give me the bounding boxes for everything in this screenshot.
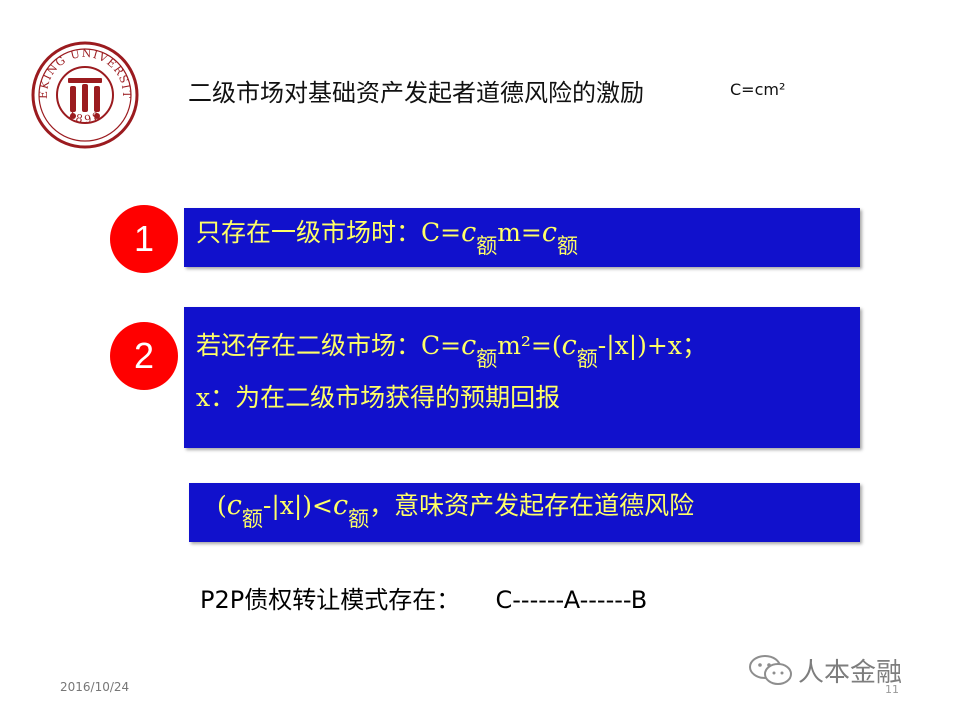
watermark: 人本金融 xyxy=(748,652,902,688)
university-logo: PEKING UNIVERSITY 1898 xyxy=(25,30,140,150)
item-1-text-m: m= xyxy=(497,218,542,247)
subscript-e: 额 xyxy=(576,347,598,371)
subscript-e: 额 xyxy=(476,347,498,371)
conclusion-line: (c额-|x|)<c额，意味资产发起存在道德风险 xyxy=(217,487,848,530)
item-2-text-end: -|x|)+x； xyxy=(597,331,707,360)
conclusion-open: ( xyxy=(217,491,227,520)
conclusion-box: (c额-|x|)<c额，意味资产发起存在道德风险 xyxy=(189,483,860,542)
item-2-line-1: 若还存在二级市场：C=c额m²=(c额-|x|)+x； xyxy=(196,327,848,370)
item-1-line: 只存在一级市场时：C=c额m=c额 xyxy=(196,214,848,257)
subscript-e: 额 xyxy=(241,507,263,531)
number-badge-1: 1 xyxy=(110,205,178,273)
variable-c: c xyxy=(226,490,242,521)
conclusion-text: ，意味资产发起存在道德风险 xyxy=(369,491,695,520)
variable-c: c xyxy=(461,217,477,248)
subscript-e: 额 xyxy=(476,234,498,258)
number-badge-2: 2 xyxy=(110,322,178,390)
slide-title: 二级市场对基础资产发起者道德风险的激励 xyxy=(188,79,644,107)
variable-c: c xyxy=(461,330,477,361)
subscript-e: 额 xyxy=(348,507,370,531)
variable-c: c xyxy=(541,217,557,248)
watermark-text: 人本金融 xyxy=(798,657,903,688)
conclusion-mid: -|x|)< xyxy=(262,491,333,520)
footer-date: 2016/10/24 xyxy=(60,680,130,694)
item-2-box: 若还存在二级市场：C=c额m²=(c额-|x|)+x； x：为在二级市场获得的预… xyxy=(184,307,860,448)
peking-university-seal-icon: PEKING UNIVERSITY 1898 xyxy=(25,30,139,149)
item-2-note: x：为在二级市场获得的预期回报 xyxy=(196,383,561,412)
item-2-text-m: m²=( xyxy=(497,331,562,360)
p2p-statement: P2P债权转让模式存在： C------A------B xyxy=(200,580,647,615)
item-1-box: 只存在一级市场时：C=c额m=c额 xyxy=(184,208,860,267)
p2p-chain: C------A------B xyxy=(495,586,648,614)
variable-c: c xyxy=(561,330,577,361)
variable-c: c xyxy=(332,490,349,521)
wechat-icon xyxy=(749,655,792,685)
item-1-text: 只存在一级市场时：C= xyxy=(196,218,462,247)
subscript-e: 额 xyxy=(556,234,578,258)
item-2-line-2: x：为在二级市场获得的预期回报 xyxy=(196,379,848,417)
p2p-text: P2P债权转让模式存在： xyxy=(200,586,461,614)
title-formula: C=cm² xyxy=(730,80,786,99)
item-2-text: 若还存在二级市场：C= xyxy=(196,331,462,360)
